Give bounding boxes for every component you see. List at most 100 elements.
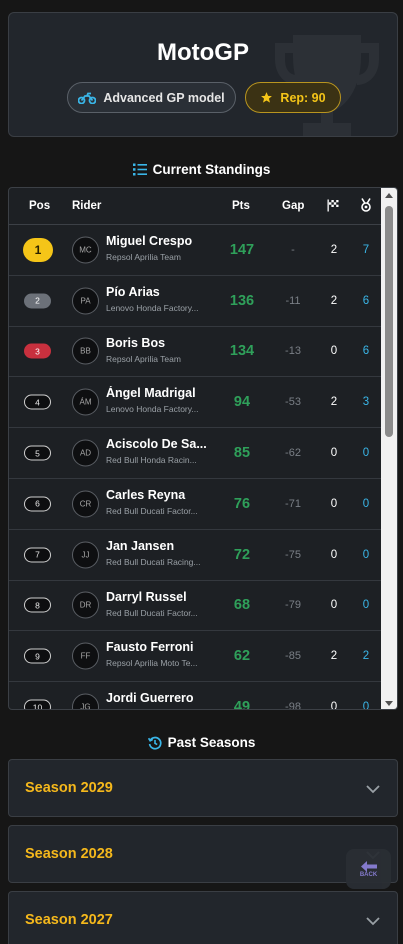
- gap-value: -98: [285, 701, 301, 710]
- rider-team: Repsol Aprilia Team: [106, 353, 181, 364]
- standings-table: Pos Rider Pts Gap 1 MC Miguel Crespo Rep…: [8, 187, 398, 710]
- podiums-value: 0: [362, 447, 370, 460]
- podiums-value: 3: [362, 396, 370, 409]
- chevron-down-icon: [366, 785, 380, 794]
- rider-team: Repsol Aprilia Moto Te...: [106, 658, 198, 669]
- wins-value: 2: [330, 243, 338, 256]
- points-value: 62: [233, 648, 251, 665]
- avatar: JJ: [72, 541, 99, 569]
- col-pos[interactable]: Pos: [29, 200, 50, 212]
- table-row[interactable]: 6 CR Carles Reyna Red Bull Ducati Factor...…: [9, 479, 383, 530]
- rider-name[interactable]: Jan Jansen: [106, 539, 210, 553]
- reputation-badge[interactable]: Rep: 90: [245, 82, 341, 113]
- position-badge: 7: [24, 547, 51, 563]
- scroll-down-arrow[interactable]: [385, 701, 393, 706]
- wins-value: 2: [330, 396, 338, 409]
- history-icon: [147, 736, 162, 750]
- standings-heading: Current Standings: [0, 162, 403, 177]
- points-value: 147: [229, 241, 255, 258]
- rider-team: Red Bull Honda Racin...: [106, 455, 197, 466]
- scroll-up-arrow[interactable]: [385, 193, 393, 198]
- season-label: Season 2027: [25, 912, 113, 928]
- position-badge: 3: [24, 343, 51, 359]
- rider-name[interactable]: Jordi Guerrero: [106, 691, 210, 705]
- table-row[interactable]: 9 FF Fausto Ferroni Repsol Aprilia Moto Te.…: [9, 631, 383, 683]
- list-ordered-icon: [132, 163, 147, 176]
- page-title: MotoGP: [157, 39, 249, 66]
- rider-name[interactable]: Carles Reyna: [106, 488, 210, 502]
- wins-value: 0: [330, 548, 338, 561]
- gap-value: -79: [285, 599, 301, 612]
- gap-value: -62: [285, 447, 301, 460]
- table-scrollbar[interactable]: [381, 188, 397, 709]
- table-row[interactable]: 7 JJ Jan Jansen Red Bull Ducati Racing... 72…: [9, 530, 383, 581]
- rider-name[interactable]: Darryl Russel: [106, 590, 210, 604]
- position-badge: 2: [24, 293, 51, 309]
- table-row[interactable]: 2 PA Pío Arias Lenovo Honda Factory... 136 -1…: [9, 276, 383, 327]
- wins-value: 0: [330, 447, 338, 460]
- wins-value: 2: [330, 294, 338, 307]
- table-row[interactable]: 1 MC Miguel Crespo Repsol Aprilia Team 147 - 2…: [9, 225, 383, 276]
- past-seasons-heading-label: Past Seasons: [167, 735, 256, 750]
- col-gap[interactable]: Gap: [282, 200, 304, 212]
- avatar: BB: [72, 337, 99, 365]
- position-badge: 10: [24, 699, 51, 709]
- rider-name[interactable]: Aciscolo De Sa...: [106, 437, 210, 451]
- col-rider[interactable]: Rider: [72, 200, 101, 212]
- rider-name[interactable]: Pío Arias: [106, 285, 210, 299]
- season-2027-accordion[interactable]: Season 2027: [8, 891, 398, 944]
- gap-value: -13: [285, 345, 301, 358]
- past-seasons-heading: Past Seasons: [0, 735, 403, 750]
- gap-value: -85: [285, 650, 301, 663]
- gap-value: -: [291, 243, 295, 256]
- gap-value: -75: [285, 548, 301, 561]
- wins-value: 2: [330, 650, 338, 663]
- rider-name[interactable]: Boris Bos: [106, 336, 210, 350]
- table-row[interactable]: 4 ÁM Ángel Madrigal Lenovo Honda Factory...…: [9, 377, 383, 429]
- rider-name[interactable]: Fausto Ferroni: [106, 640, 210, 654]
- season-2028-accordion[interactable]: Season 2028: [8, 825, 398, 883]
- col-podiums[interactable]: [360, 198, 372, 215]
- podiums-value: 0: [362, 497, 370, 510]
- position-badge: 9: [24, 648, 51, 664]
- avatar: CR: [72, 490, 99, 518]
- podiums-value: 7: [362, 243, 370, 256]
- podiums-value: 6: [362, 345, 370, 358]
- points-value: 136: [229, 292, 255, 309]
- points-value: 85: [233, 445, 251, 462]
- points-value: 49: [233, 699, 251, 710]
- header-card: MotoGP Advanced GP model Rep: 90: [8, 12, 398, 137]
- table-row[interactable]: 3 BB Boris Bos Repsol Aprilia Team 134 -13 0 6: [9, 327, 383, 378]
- scroll-thumb[interactable]: [385, 206, 393, 437]
- rider-team: Red Bull Ducati Factor...: [106, 505, 198, 516]
- reputation-label: Rep: 90: [280, 90, 326, 105]
- position-badge: 8: [24, 597, 51, 613]
- avatar: FF: [72, 642, 99, 670]
- model-badge[interactable]: Advanced GP model: [67, 82, 236, 113]
- rider-name[interactable]: Ángel Madrigal: [106, 386, 210, 400]
- position-badge: 4: [24, 394, 51, 410]
- rider-team: Lenovo Honda Factory...: [106, 404, 199, 415]
- wins-value: 0: [330, 599, 338, 612]
- table-row[interactable]: 8 DR Darryl Russel Red Bull Ducati Factor..…: [9, 581, 383, 632]
- star-icon: [261, 92, 273, 103]
- rider-name[interactable]: Miguel Crespo: [106, 234, 210, 248]
- col-wins[interactable]: [327, 199, 339, 215]
- back-label: BACK: [359, 872, 378, 878]
- back-button[interactable]: BACK: [346, 849, 391, 889]
- avatar: DR: [72, 591, 99, 619]
- col-pts[interactable]: Pts: [232, 200, 250, 212]
- podiums-value: 0: [362, 599, 370, 612]
- chevron-down-icon: [366, 917, 380, 926]
- wins-value: 0: [330, 701, 338, 710]
- avatar: ÁM: [72, 388, 99, 416]
- season-2029-accordion[interactable]: Season 2029: [8, 759, 398, 817]
- standings-rows: 1 MC Miguel Crespo Repsol Aprilia Team 147 - 2…: [9, 225, 383, 710]
- gap-value: -11: [285, 294, 301, 307]
- table-row[interactable]: 10 JG Jordi Guerrero 49 -98 0 0: [9, 682, 383, 710]
- wins-value: 0: [330, 345, 338, 358]
- table-row[interactable]: 5 AD Aciscolo De Sa... Red Bull Honda Racin…: [9, 428, 383, 479]
- points-value: 134: [229, 343, 255, 360]
- podiums-value: 6: [362, 294, 370, 307]
- checkered-flag-icon: [327, 199, 339, 212]
